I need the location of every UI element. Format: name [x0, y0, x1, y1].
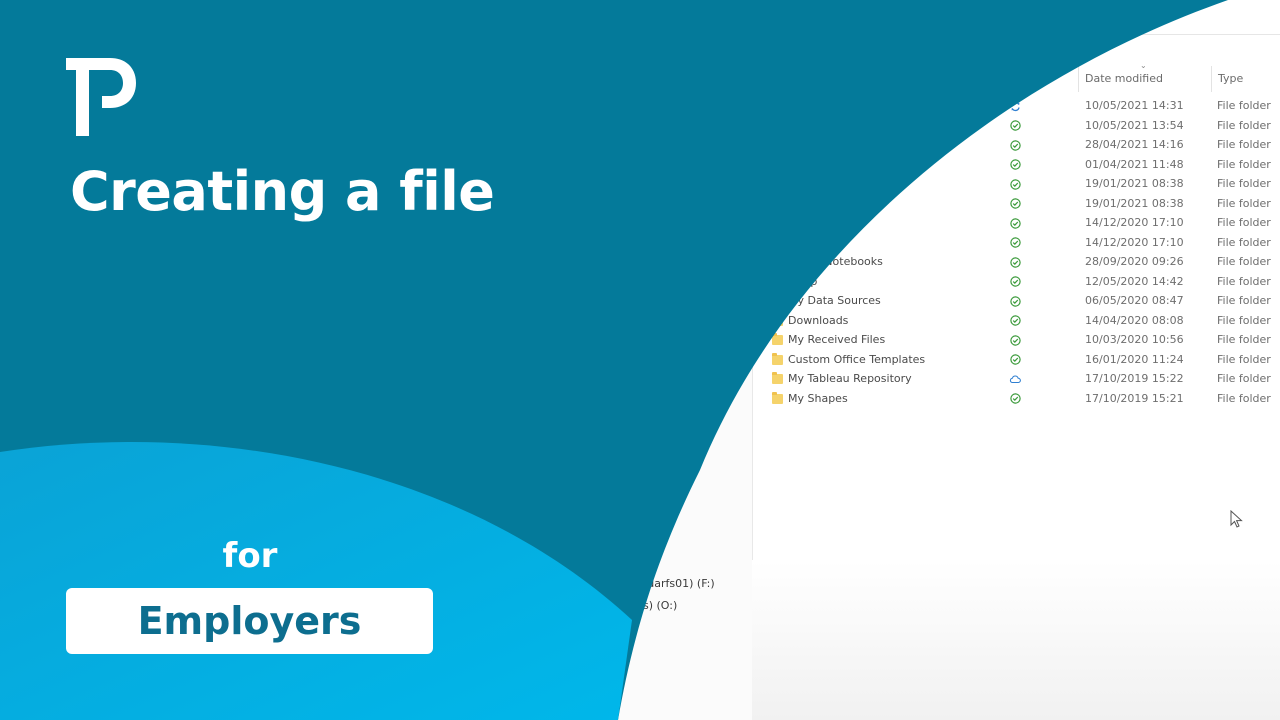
audience-badge: Employers: [66, 588, 433, 654]
tp-logo-icon: [66, 58, 136, 136]
page-title: Creating a file: [70, 160, 495, 223]
subtitle-for: for: [222, 536, 278, 576]
video-thumbnail: ⌄ tus Date modified Type 10/05/2021 14:3…: [0, 0, 1280, 720]
audience-badge-label: Employers: [137, 599, 362, 643]
